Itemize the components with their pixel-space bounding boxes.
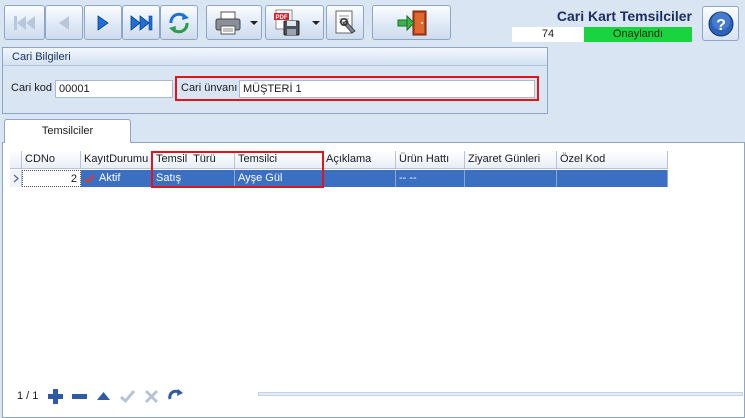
svg-text:PDF: PDF (275, 15, 287, 21)
cari-kod-label: Cari kod (11, 82, 52, 94)
grid-header: CDNo KayıtDurumu Temsil Türü Temsilci Aç… (10, 151, 668, 169)
column-header-urun-hatti[interactable]: Ürün Hattı (396, 151, 465, 169)
tab-temsilciler[interactable]: Temsilciler (4, 119, 131, 143)
remove-record-button[interactable] (71, 388, 88, 405)
column-header-aciklama[interactable]: Açıklama (323, 151, 396, 169)
chevron-down-icon[interactable] (250, 21, 258, 25)
column-header-kayit-durumu[interactable]: KayıtDurumu (81, 151, 153, 169)
table-row[interactable]: 2 Aktif Satış Ayşe Gül -- -- (10, 170, 668, 187)
move-up-icon (97, 391, 111, 400)
print-button[interactable] (206, 5, 262, 40)
chevron-down-icon[interactable] (312, 21, 320, 25)
document-settings-button[interactable] (326, 5, 364, 40)
cari-info-group: Cari Bilgileri Cari kod 00001 Cari ünvan… (2, 47, 548, 114)
column-header-cdno[interactable]: CDNo (22, 151, 81, 169)
cancel-button[interactable] (143, 388, 160, 405)
checkmark-icon (84, 173, 95, 183)
remove-icon (72, 393, 88, 399)
group-title: Cari Bilgileri (3, 48, 547, 66)
add-icon (48, 388, 64, 404)
temsilciler-grid: CDNo KayıtDurumu Temsil Türü Temsilci Aç… (10, 151, 743, 380)
cell-kayit-durumu[interactable]: Aktif (81, 170, 153, 187)
horizontal-scrollbar[interactable] (258, 392, 743, 396)
column-header-ziyaret-gunleri[interactable]: Ziyaret Günleri (465, 151, 557, 169)
svg-text:?: ? (716, 17, 726, 34)
first-record-icon (13, 15, 35, 30)
help-icon: ? (708, 11, 733, 36)
refresh-button[interactable] (160, 5, 198, 40)
record-number: 74 (512, 27, 584, 42)
kayit-durumu-text: Aktif (99, 172, 121, 184)
help-button[interactable]: ? (702, 6, 739, 41)
cancel-icon (145, 389, 159, 403)
pdf-save-icon: PDF (273, 9, 299, 35)
cari-kod-field[interactable]: 00001 (55, 80, 173, 98)
refresh-grid-button[interactable] (167, 388, 184, 405)
print-icon (215, 11, 241, 34)
column-header-ozel-kod[interactable]: Özel Kod (557, 151, 668, 169)
next-record-icon (97, 14, 109, 31)
page-title: Cari Kart Temsilciler (556, 8, 692, 24)
exit-icon (397, 10, 426, 35)
cell-ozel-kod[interactable] (557, 170, 668, 187)
prev-record-icon (59, 15, 69, 30)
last-record-button[interactable] (122, 5, 160, 40)
move-up-button[interactable] (95, 388, 112, 405)
confirm-button[interactable] (119, 388, 136, 405)
highlight-box (151, 151, 324, 188)
prev-record-button[interactable] (45, 5, 83, 40)
refresh-icon (169, 12, 189, 33)
record-count: 1 / 1 (17, 390, 39, 402)
status-badge: Onaylandı (584, 27, 692, 42)
document-settings-icon (335, 10, 356, 34)
pdf-save-button[interactable]: PDF (265, 5, 324, 40)
add-record-button[interactable] (47, 388, 64, 405)
record-navigator: 1 / 1 (17, 385, 184, 407)
refresh-icon (168, 388, 184, 399)
row-indicator[interactable] (10, 170, 22, 187)
cell-ziyaret-gunleri[interactable] (465, 170, 557, 187)
cell-urun-hatti[interactable]: -- -- (396, 170, 465, 187)
next-record-button[interactable] (84, 5, 122, 40)
cell-cdno[interactable]: 2 (22, 170, 81, 187)
chevron-right-icon (13, 174, 19, 183)
confirm-icon (120, 389, 136, 403)
first-record-button[interactable] (4, 5, 45, 40)
exit-button[interactable] (372, 5, 451, 40)
indicator-header (10, 151, 22, 169)
last-record-icon (130, 14, 153, 31)
cell-aciklama[interactable] (323, 170, 396, 187)
highlight-box (175, 76, 539, 101)
